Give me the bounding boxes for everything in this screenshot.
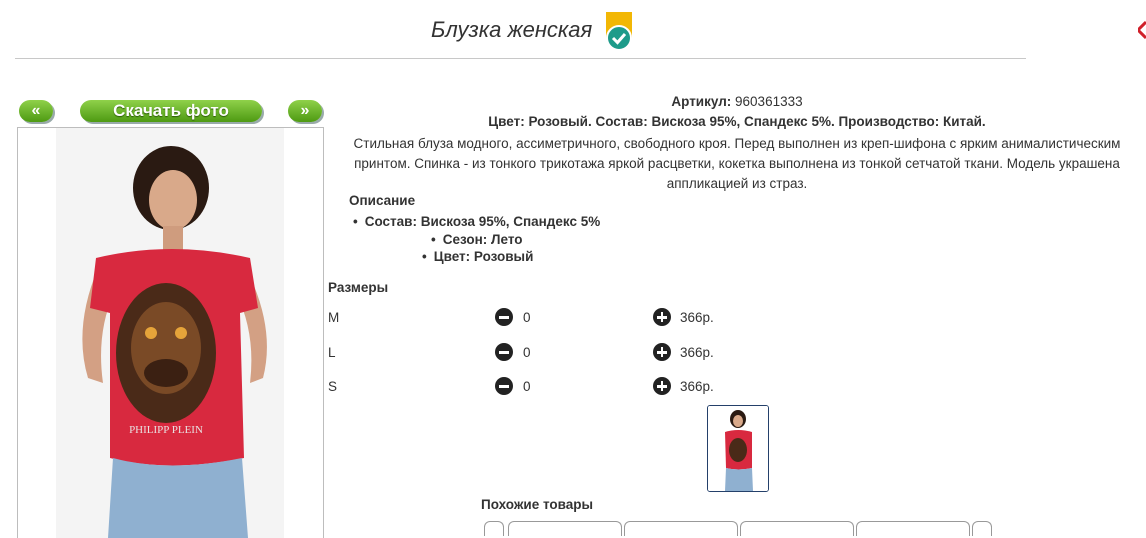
similar-products-heading: Похожие товары — [481, 497, 594, 512]
details-heading: Описание — [349, 193, 416, 208]
verified-badge-icon — [606, 12, 632, 51]
size-label: S — [328, 379, 338, 394]
similar-product-card[interactable] — [856, 521, 970, 536]
product-description: Стильная блуза модного, ассиметричного, … — [353, 136, 1121, 191]
model-illustration: PHILIPP PLEIN — [18, 128, 323, 538]
similar-product-card[interactable] — [740, 521, 854, 536]
detail-item-composition: Состав: Вискоза 95%, Спандекс 5% — [353, 214, 601, 229]
sku-line: Артикул: 960361333 — [328, 94, 1146, 110]
next-photo-button[interactable]: » — [288, 100, 322, 122]
thumbnail-image — [708, 406, 768, 491]
price-value: 366р. — [680, 379, 714, 394]
title-bar: Блузка женская — [15, 0, 1026, 59]
quantity-value: 0 — [523, 379, 531, 394]
size-label: L — [328, 345, 336, 360]
close-icon[interactable] — [1138, 18, 1146, 42]
prev-photo-button[interactable]: « — [19, 100, 53, 122]
similar-product-card[interactable] — [624, 521, 738, 536]
shirt-print-text: PHILIPP PLEIN — [129, 424, 203, 436]
product-summary: Цвет: Розовый. Состав: Вискоза 95%, Спан… — [488, 114, 986, 129]
photo-thumbnail[interactable] — [707, 405, 769, 492]
size-row: S 0 366р. — [328, 377, 828, 397]
sku-label: Артикул: — [671, 94, 732, 109]
size-label: M — [328, 310, 340, 325]
similar-product-card[interactable] — [508, 521, 622, 536]
increase-quantity-icon[interactable] — [653, 308, 671, 326]
page-title: Блузка женская — [431, 17, 593, 42]
increase-quantity-icon[interactable] — [653, 377, 671, 395]
decrease-quantity-icon[interactable] — [495, 377, 513, 395]
similar-next-arrow[interactable] — [972, 521, 992, 536]
quantity-value: 0 — [523, 345, 531, 360]
increase-quantity-icon[interactable] — [653, 343, 671, 361]
detail-item-season: Сезон: Лето — [431, 232, 523, 247]
sku-value: 960361333 — [735, 94, 803, 109]
decrease-quantity-icon[interactable] — [495, 308, 513, 326]
price-value: 366р. — [680, 345, 714, 360]
similar-prev-arrow[interactable] — [484, 521, 504, 536]
price-value: 366р. — [680, 310, 714, 325]
size-row: L 0 366р. — [328, 343, 828, 363]
product-photo: PHILIPP PLEIN — [17, 127, 324, 538]
detail-item-color: Цвет: Розовый — [422, 249, 534, 264]
quantity-value: 0 — [523, 310, 531, 325]
download-photo-button[interactable]: Скачать фото — [80, 100, 262, 122]
sizes-heading: Размеры — [328, 280, 389, 295]
size-row: M 0 366р. — [328, 308, 828, 328]
decrease-quantity-icon[interactable] — [495, 343, 513, 361]
